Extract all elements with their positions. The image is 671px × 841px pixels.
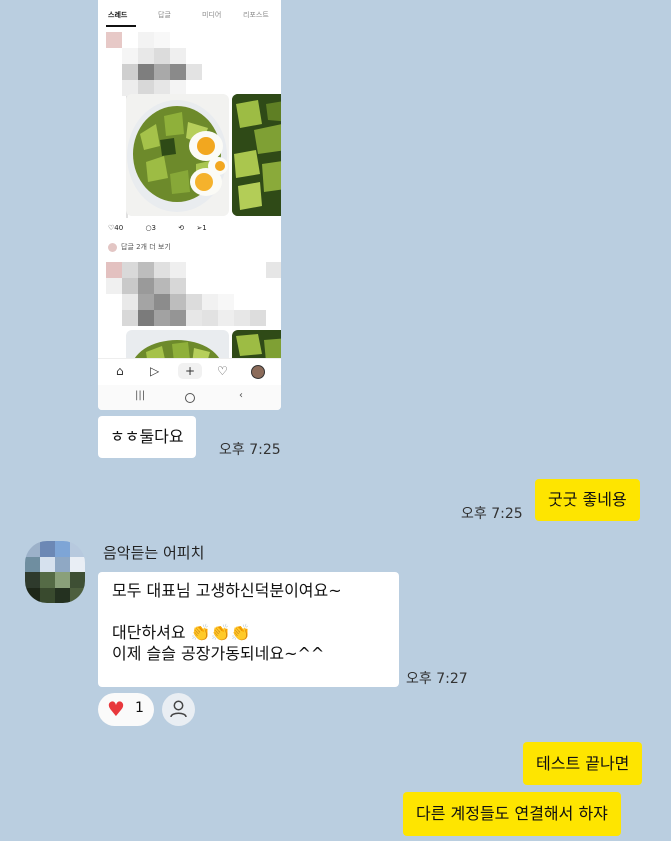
pixelated-text-block bbox=[106, 32, 202, 96]
message-time: 오후 7:25 bbox=[219, 442, 281, 458]
more-replies-link[interactable]: 답글 2개 더 보기 bbox=[108, 242, 171, 252]
share-count[interactable]: ➢1 bbox=[196, 224, 216, 232]
threads-nav-bar: ⌂ ▷ + ♡ bbox=[98, 358, 281, 385]
android-system-bar: ||| ‹ bbox=[98, 385, 281, 410]
like-count[interactable]: ♡40 bbox=[108, 224, 133, 232]
food-photo bbox=[126, 94, 229, 216]
recent-apps-icon[interactable]: ||| bbox=[135, 390, 145, 401]
tab-threads: 스레드 bbox=[108, 11, 128, 19]
reaction-count: 1 bbox=[135, 700, 144, 716]
tab-reposts: 리포스트 bbox=[243, 11, 269, 19]
sender-name: 음악듣는 어피치 bbox=[103, 544, 205, 562]
profile-icon[interactable] bbox=[251, 365, 265, 379]
tab-replies: 답글 bbox=[158, 11, 171, 19]
message-time: 오후 7:27 bbox=[406, 671, 468, 687]
small-avatar bbox=[108, 242, 117, 252]
home-icon[interactable]: ⌂ bbox=[116, 364, 124, 378]
repost-icon[interactable]: ⟲ bbox=[178, 224, 184, 232]
message-bubble[interactable]: 모두 대표님 고생하신덕분이여요~ 대단하셔요 👏👏👏 이제 슬슬 공장가동되네… bbox=[98, 572, 399, 687]
shared-screenshot-image[interactable]: 스레드 답글 미디어 리포스트 ♡40 ○3 ⟲ ➢1 답글 2개 더 보기 ⌂… bbox=[98, 0, 281, 410]
home-circle-icon[interactable] bbox=[185, 393, 195, 403]
pixelated-text-block bbox=[106, 262, 281, 326]
message-line: 대단하셔요 👏👏👏 bbox=[112, 623, 251, 642]
my-message-bubble[interactable]: 굿굿 좋네용 bbox=[535, 479, 640, 521]
message-line bbox=[112, 601, 385, 622]
my-message-bubble[interactable]: 테스트 끝나면 bbox=[523, 742, 643, 785]
my-message-bubble[interactable]: 다른 계정들도 연결해서 하쟈 bbox=[403, 792, 621, 836]
active-tab-indicator bbox=[106, 25, 136, 27]
tab-media: 미디어 bbox=[202, 11, 222, 19]
heart-icon[interactable]: ♡ bbox=[217, 364, 228, 378]
message-time: 오후 7:25 bbox=[461, 506, 523, 522]
plus-icon[interactable]: + bbox=[178, 363, 202, 379]
message-line: 이제 슬슬 공장가동되네요~^^ bbox=[112, 644, 325, 663]
threads-tab-bar: 스레드 답글 미디어 리포스트 bbox=[98, 6, 281, 27]
message-bubble[interactable]: ㅎㅎ둘다요 bbox=[98, 416, 196, 458]
heart-icon: ♥ bbox=[107, 697, 125, 721]
food-photo bbox=[232, 94, 281, 216]
sender-avatar[interactable] bbox=[25, 541, 85, 603]
heart-reaction[interactable]: ♥ 1 bbox=[98, 693, 154, 726]
comment-count[interactable]: ○3 bbox=[145, 224, 166, 232]
person-icon bbox=[170, 700, 187, 718]
add-reaction-button[interactable] bbox=[162, 693, 195, 726]
post-actions: ♡40 ○3 ⟲ ➢1 bbox=[108, 224, 227, 232]
send-icon[interactable]: ▷ bbox=[150, 364, 159, 378]
back-icon[interactable]: ‹ bbox=[239, 390, 243, 401]
message-line: 모두 대표님 고생하신덕분이여요~ bbox=[112, 581, 342, 600]
